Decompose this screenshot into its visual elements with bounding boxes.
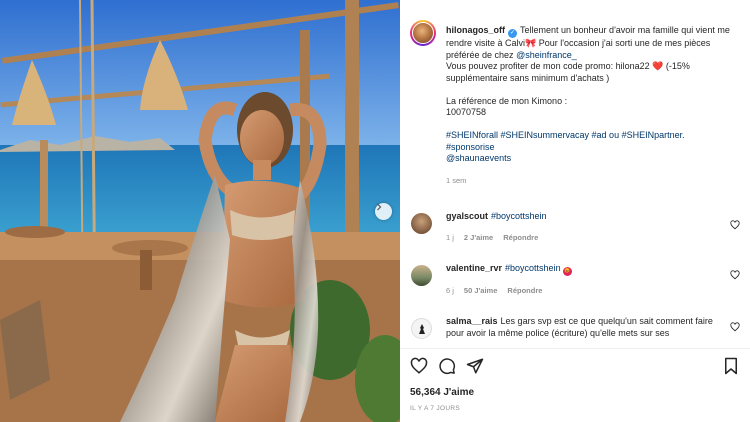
- mention-shaunaevents[interactable]: @shaunaevents: [446, 153, 741, 165]
- comment-body: valentine_rvr #boycottshein 😡 6 j 50 J'aime…: [446, 263, 721, 297]
- next-photo-button[interactable]: [375, 203, 392, 220]
- bookmark-icon[interactable]: [722, 357, 740, 375]
- beach-portrait-image: [0, 0, 400, 422]
- post-date: IL Y A 7 JOURS: [410, 405, 460, 412]
- comment-item: salma__rais Les gars svp est ce que quelq…: [400, 316, 750, 346]
- actions-divider: [400, 348, 750, 349]
- comment-username[interactable]: salma__rais: [446, 316, 498, 326]
- comment-username[interactable]: gyalscout: [446, 211, 488, 221]
- share-icon[interactable]: [466, 357, 484, 375]
- comment-text[interactable]: #boycottshein: [491, 211, 547, 221]
- post-photo[interactable]: [0, 0, 400, 422]
- author-avatar[interactable]: [410, 20, 436, 46]
- comment-text[interactable]: #boycottshein: [505, 263, 561, 273]
- action-bar: [410, 357, 740, 377]
- comment-likes[interactable]: 50 J'aime: [464, 286, 497, 295]
- heart-icon[interactable]: [730, 220, 740, 230]
- reply-button[interactable]: Répondre: [507, 286, 542, 295]
- heart-emoji-icon: ❤️: [652, 61, 664, 71]
- comment-avatar[interactable]: [411, 265, 432, 286]
- post-side-panel: hilonagos_off ✓ Tellement un bonheur d'avo…: [400, 0, 750, 422]
- comment-body: salma__rais Les gars svp est ce que quelq…: [446, 316, 721, 339]
- likes-count[interactable]: 56,364 J'aime: [410, 387, 474, 398]
- author-username[interactable]: hilonagos_off: [446, 25, 505, 35]
- caption-hashtags[interactable]: #SHEINforall #SHEINsummervacay #ad ou #S…: [446, 130, 741, 142]
- caption-time: 1 sem: [446, 175, 467, 185]
- heart-icon[interactable]: [730, 270, 740, 280]
- silhouette-icon: [418, 323, 425, 334]
- mention-sheinfrance[interactable]: @sheinfrance_: [516, 50, 577, 60]
- heart-icon[interactable]: [730, 322, 740, 332]
- angry-emoji-icon: 😡: [562, 267, 572, 276]
- reply-button[interactable]: Répondre: [503, 233, 538, 242]
- post-caption-block: hilonagos_off ✓ Tellement un bonheur d'avo…: [400, 0, 750, 205]
- caption-text-2: Vous pouvez profiter de mon code promo: …: [446, 61, 650, 71]
- comment-time: 6 j: [446, 286, 454, 295]
- caption-text-3: La référence de mon Kimono :: [446, 95, 568, 106]
- caption-hashtag-sponsorise[interactable]: #sponsorise: [446, 142, 741, 154]
- verified-badge-icon: ✓: [508, 29, 517, 38]
- chevron-right-icon: [377, 203, 382, 211]
- heart-icon[interactable]: [410, 357, 428, 375]
- caption: hilonagos_off ✓ Tellement un bonheur d'avo…: [446, 25, 741, 186]
- comment-avatar[interactable]: [411, 318, 432, 339]
- comment-body: gyalscout #boycottshein 1 j 2 J'aime Répond…: [446, 211, 721, 243]
- comment-avatar[interactable]: [411, 213, 432, 234]
- comment-username[interactable]: valentine_rvr: [446, 263, 502, 273]
- comment-likes[interactable]: 2 J'aime: [464, 233, 493, 242]
- bow-emoji-icon: 🎀: [525, 38, 537, 48]
- comment-time: 1 j: [446, 232, 454, 242]
- caption-text-4: 10070758: [446, 107, 487, 117]
- comment-icon[interactable]: [438, 357, 456, 375]
